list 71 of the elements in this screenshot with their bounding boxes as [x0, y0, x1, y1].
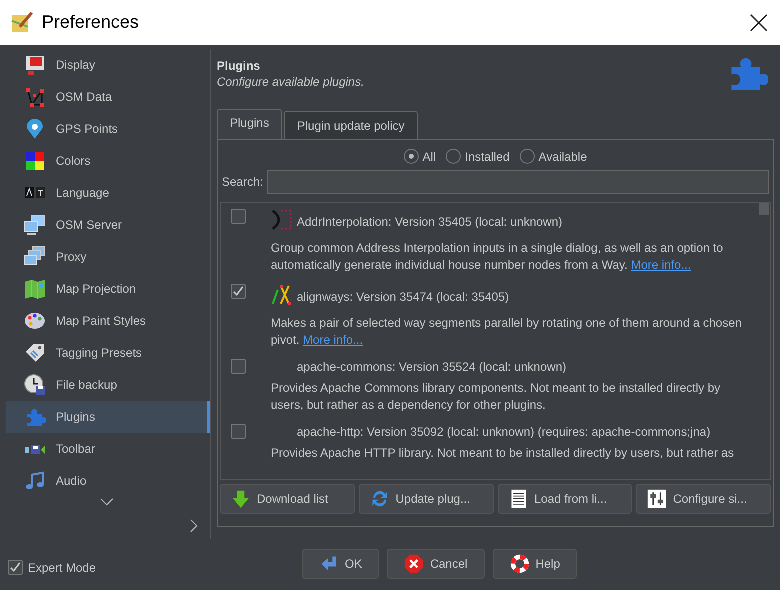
chevron-right-icon[interactable] — [190, 519, 198, 533]
sidebar-item[interactable]: Display — [6, 49, 210, 81]
clock-icon — [24, 374, 46, 396]
sidebar-item[interactable]: OSM Server — [6, 209, 210, 241]
plugin-description: Group common Address Interpolation inputs in a single dialog, as well as an option to automatically generate individual house number nodes from a Way. More info... — [271, 240, 724, 274]
parallel-lines-icon — [271, 284, 293, 306]
nodes-icon — [24, 86, 46, 108]
sidebar-item[interactable]: OSM Data — [6, 81, 210, 113]
sidebar-item[interactable]: Tagging Presets — [6, 337, 210, 369]
color-squares-icon — [24, 150, 46, 172]
plugin-title: AddrInterpolation: Version 35405 (local: unknown) — [297, 214, 564, 228]
window-title: Preferences — [42, 12, 140, 33]
more-info-link[interactable]: More info... — [303, 333, 364, 347]
action-button[interactable]: Load from li... — [498, 484, 632, 514]
chevron-down-icon[interactable] — [100, 497, 114, 507]
scrollbar-thumb[interactable] — [759, 203, 769, 215]
expert-mode-label: Expert Mode — [28, 560, 96, 574]
palette-icon — [24, 310, 46, 332]
tab[interactable]: Plugin update policy — [284, 111, 418, 139]
bracket-icon — [271, 209, 293, 231]
plugin-title: apache-http: Version 35092 (local: unknown) (requires: apache-commons;jna) — [297, 424, 712, 438]
sidebar-item[interactable]: Toolbar — [6, 433, 210, 465]
action-button[interactable]: Configure si... — [636, 484, 771, 514]
map-icon — [24, 278, 46, 300]
plugin-title: apache-commons: Version 35524 (local: unknown) — [297, 360, 568, 374]
sidebar-item[interactable]: Plugins — [6, 401, 210, 433]
plugin-checkbox[interactable] — [231, 424, 246, 439]
plugin-title: alignways: Version 35474 (local: 35405) — [297, 290, 510, 304]
computers-icon — [24, 214, 46, 236]
action-button[interactable]: Download list — [220, 484, 355, 514]
document-icon — [508, 489, 528, 509]
sidebar-item[interactable]: Proxy — [6, 241, 210, 273]
sidebar-item[interactable]: Audio — [6, 465, 210, 497]
tag-icon — [24, 342, 46, 364]
search-field[interactable] — [267, 170, 769, 194]
filter-radio[interactable]: Available — [520, 149, 588, 164]
plugin-description: Provides Apache HTTP library. Not meant to be installed directly by users, but rather as — [271, 445, 736, 462]
map-pin-icon — [24, 118, 46, 140]
map-pencil-icon — [10, 10, 34, 34]
expert-mode-checkbox[interactable] — [8, 560, 23, 575]
plugin-checkbox[interactable] — [231, 209, 246, 224]
tab[interactable]: Plugins — [217, 109, 282, 139]
sidebar-item[interactable]: GPS Points — [6, 113, 210, 145]
more-info-link[interactable]: More info... — [631, 258, 692, 272]
plugin-checkbox[interactable] — [231, 359, 246, 374]
section-subtitle: Configure available plugins. — [217, 75, 366, 89]
sidebar-item[interactable]: Colors — [6, 145, 210, 177]
filter-radio[interactable]: Installed — [446, 149, 510, 164]
close-icon[interactable] — [748, 12, 770, 34]
monitor-icon — [24, 54, 46, 76]
plugin-description: Makes a pair of selected way segments parallel by rotating one of them around a chosen pivot. More info... — [271, 315, 743, 349]
plugin-checkbox[interactable] — [231, 284, 246, 299]
sidebar-item[interactable]: Map Paint Styles — [6, 305, 210, 337]
computers-icon — [24, 246, 46, 268]
down-arrow-icon — [231, 489, 251, 509]
dialog-button[interactable]: Help — [492, 549, 578, 579]
sidebar-item[interactable]: Language — [6, 177, 210, 209]
refresh-icon — [370, 489, 390, 509]
dialog-button[interactable]: Cancel — [387, 549, 485, 579]
section-title: Plugins — [217, 59, 262, 73]
action-button[interactable]: Update plug... — [358, 484, 494, 514]
cancel-icon — [404, 554, 424, 574]
dialog-button[interactable]: OK — [302, 549, 380, 579]
lifebuoy-icon — [510, 554, 530, 574]
plugin-description: Provides Apache Commons library components. Not meant to be installed directly by users, but rather as a dependency for other plugins. — [271, 380, 722, 414]
sidebar-item[interactable]: Map Projection — [6, 273, 210, 305]
music-note-icon — [24, 470, 46, 492]
sliders-icon — [647, 489, 668, 509]
filter-radio[interactable]: All — [404, 149, 436, 164]
search-label: Search: — [222, 175, 264, 189]
sidebar-item[interactable]: File backup — [6, 369, 210, 401]
